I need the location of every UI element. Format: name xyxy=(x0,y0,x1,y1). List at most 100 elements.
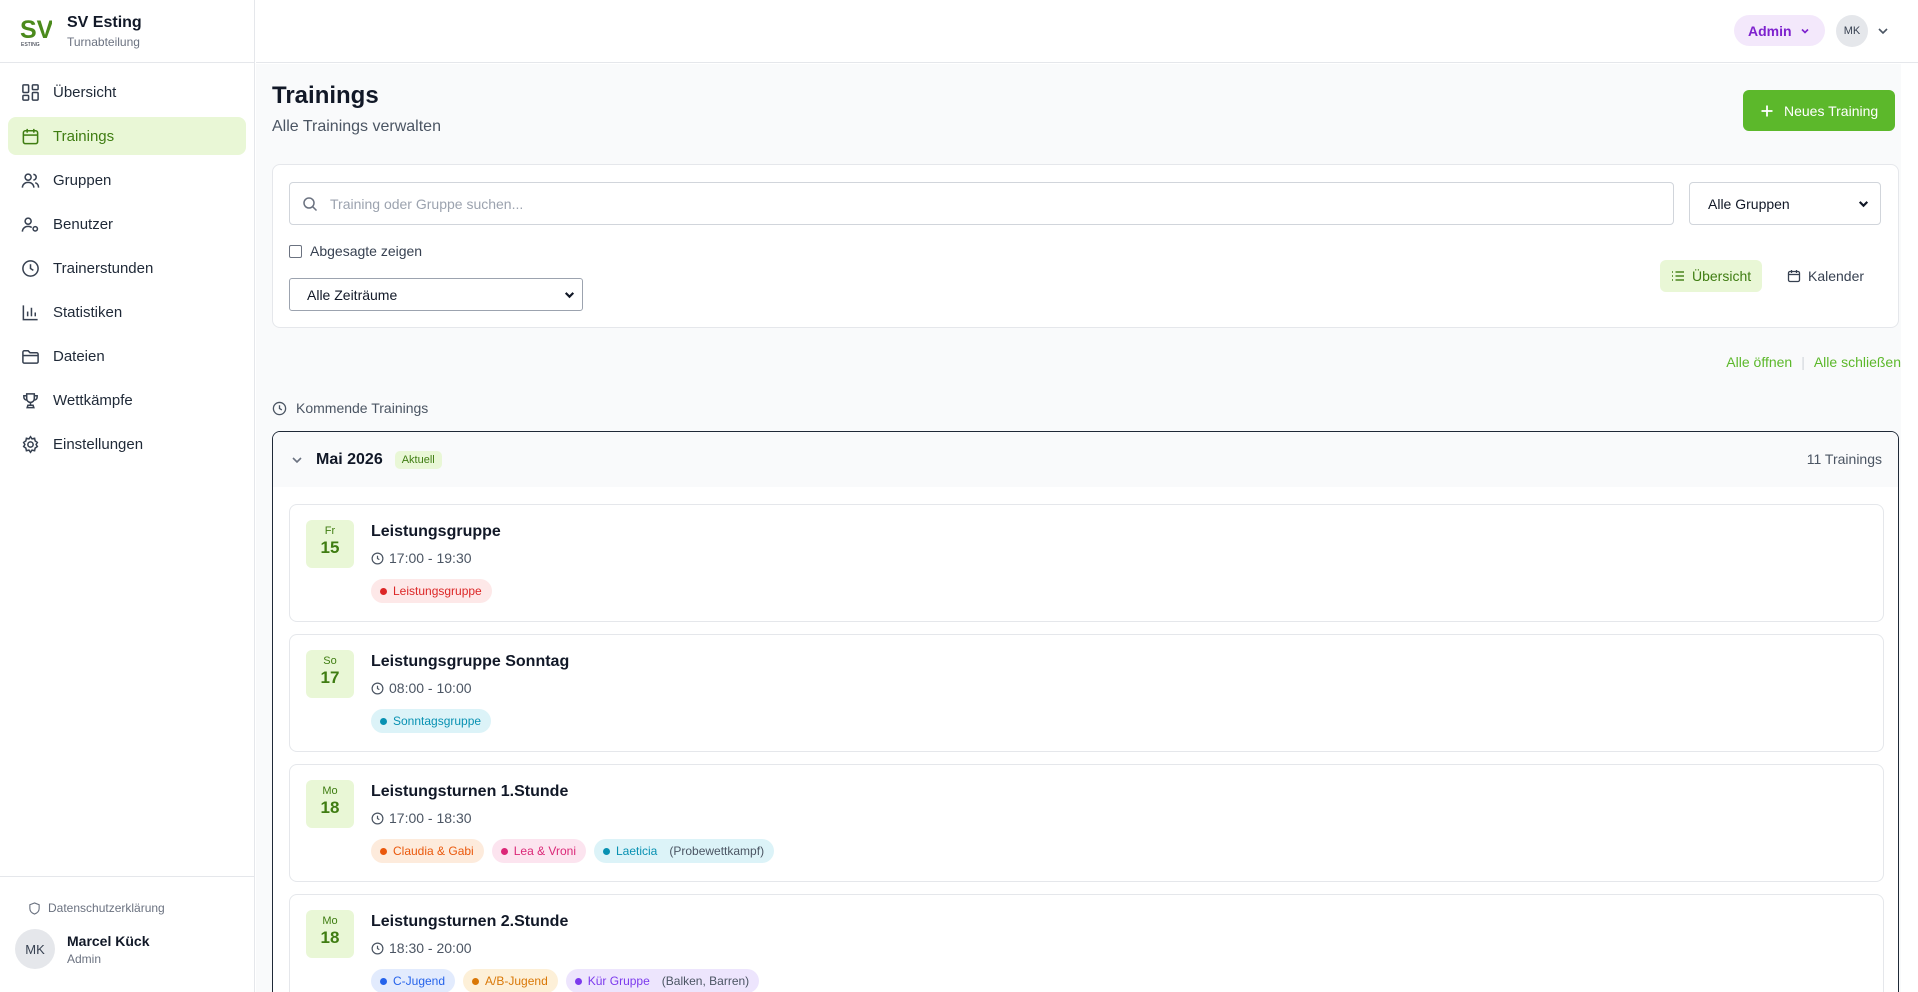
sidebar-item-trainings[interactable]: Trainings xyxy=(8,117,246,155)
sidebar-item-uebersicht[interactable]: Übersicht xyxy=(8,73,246,111)
user-name: Marcel Kück xyxy=(67,932,150,949)
group-tag: Sonntagsgruppe xyxy=(371,709,492,733)
upcoming-heading: Kommende Trainings xyxy=(272,400,428,416)
group-tag-label: C-Jugend xyxy=(393,974,446,988)
user-avatar-button[interactable]: MK xyxy=(1836,15,1868,47)
user-info: Marcel Kück Admin xyxy=(67,933,149,966)
user-settings-icon xyxy=(20,214,40,234)
date-badge: Fr 15 xyxy=(306,520,354,568)
topbar: Admin MK xyxy=(256,0,1918,63)
upcoming-label: Kommende Trainings xyxy=(296,400,429,416)
role-label: Admin xyxy=(1748,22,1792,39)
training-card[interactable]: Mo 18 Leistungsturnen 1.Stunde 17:00 - 1… xyxy=(289,764,1884,882)
calendar-icon xyxy=(1787,270,1801,283)
group-select-value: Alle Gruppen xyxy=(1708,195,1790,212)
training-title: Leistungsgruppe Sonntag xyxy=(371,653,570,670)
list-icon xyxy=(1672,271,1684,281)
open-all-link[interactable]: Alle öffnen xyxy=(1726,354,1792,370)
user-role: Admin xyxy=(67,951,102,966)
time-range: 08:00 - 10:00 xyxy=(389,680,472,696)
sidebar-item-trainerstunden[interactable]: Trainerstunden xyxy=(8,249,246,287)
search-input[interactable] xyxy=(330,195,1630,212)
time-range: 17:00 - 19:30 xyxy=(389,550,472,566)
sidebar-item-einstellungen[interactable]: Einstellungen xyxy=(8,425,246,463)
chevron-down-icon[interactable] xyxy=(1876,24,1890,38)
training-card[interactable]: Fr 15 Leistungsgruppe 17:00 - 19:30 Leis… xyxy=(289,504,1884,622)
group-tags: Sonntagsgruppe xyxy=(371,709,499,733)
group-tag: C-Jugend xyxy=(371,969,456,992)
clock-icon xyxy=(371,942,384,954)
day-number: 17 xyxy=(320,668,340,687)
group-tags: C-Jugend A/B-Jugend Kür Gruppe (Balken, B… xyxy=(371,969,767,992)
calendar-icon xyxy=(20,126,40,146)
training-card[interactable]: Mo 18 Leistungsturnen 2.Stunde 18:30 - 2… xyxy=(289,894,1884,992)
bar-chart-icon xyxy=(20,302,40,322)
sidebar-item-label: Trainerstunden xyxy=(53,259,154,277)
clock-icon xyxy=(371,552,384,564)
view-calendar-button[interactable]: Kalender xyxy=(1777,260,1874,292)
brand[interactable]: SV ESTING SV Esting Turnabteilung xyxy=(0,0,254,63)
user-profile[interactable]: MK Marcel Kück Admin xyxy=(15,929,255,969)
privacy-link[interactable]: Datenschutzerklärung xyxy=(28,901,255,915)
sidebar-item-statistiken[interactable]: Statistiken xyxy=(8,293,246,331)
chevron-down-icon xyxy=(1858,201,1869,208)
sidebar-item-benutzer[interactable]: Benutzer xyxy=(8,205,246,243)
day-number: 15 xyxy=(320,538,340,557)
group-tag: Laeticia (Probewettkampf) xyxy=(593,839,775,863)
day-number: 18 xyxy=(320,798,340,817)
group-tag: Leistungsgruppe xyxy=(371,579,492,603)
training-card[interactable]: So 17 Leistungsgruppe Sonntag 08:00 - 10… xyxy=(289,634,1884,752)
divider: | xyxy=(1801,354,1805,370)
training-title: Leistungsturnen 1.Stunde xyxy=(371,783,569,800)
time-range-select[interactable]: Alle Zeiträume xyxy=(289,278,583,311)
new-training-button[interactable]: Neues Training xyxy=(1743,90,1896,131)
logo-subtext: ESTING xyxy=(21,42,40,48)
group-tag-note: (Balken, Barren) xyxy=(661,974,750,988)
group-tag: Claudia & Gabi xyxy=(371,839,484,863)
training-time: 17:00 - 19:30 xyxy=(371,550,472,566)
group-tag-label: Leistungsgruppe xyxy=(393,584,482,598)
club-department: Turnabteilung xyxy=(67,34,140,49)
expand-controls: Alle öffnen | Alle schließen xyxy=(1726,354,1901,370)
clock-icon xyxy=(272,401,287,415)
search-box[interactable] xyxy=(289,182,1674,225)
group-select[interactable]: Alle Gruppen xyxy=(1689,182,1881,225)
show-cancelled-label: Abgesagte zeigen xyxy=(310,243,423,259)
training-time: 18:30 - 20:00 xyxy=(371,940,472,956)
club-logo: SV ESTING xyxy=(20,14,52,48)
close-all-link[interactable]: Alle schließen xyxy=(1814,354,1901,370)
group-tags: Claudia & Gabi Lea & Vroni Laeticia (Prob… xyxy=(371,839,782,863)
view-list-button[interactable]: Übersicht xyxy=(1660,260,1763,292)
day-number: 18 xyxy=(320,928,340,947)
view-list-label: Übersicht xyxy=(1692,268,1752,284)
training-time: 17:00 - 18:30 xyxy=(371,810,472,826)
new-training-label: Neues Training xyxy=(1784,102,1879,119)
sidebar-item-gruppen[interactable]: Gruppen xyxy=(8,161,246,199)
current-badge: Aktuell xyxy=(394,450,442,469)
avatar: MK xyxy=(15,929,55,969)
time-range: 17:00 - 18:30 xyxy=(389,810,472,826)
group-tag: Lea & Vroni xyxy=(491,839,586,863)
sidebar-item-dateien[interactable]: Dateien xyxy=(8,337,246,375)
date-badge: Mo 18 xyxy=(306,780,354,828)
clock-icon xyxy=(371,682,384,694)
group-tag-label: Kür Gruppe xyxy=(587,974,650,988)
sidebar-footer: Datenschutzerklärung MK Marcel Kück Admi… xyxy=(0,876,255,992)
show-cancelled-checkbox[interactable] xyxy=(289,244,302,258)
training-title: Leistungsturnen 2.Stunde xyxy=(371,913,569,930)
training-time: 08:00 - 10:00 xyxy=(371,680,472,696)
month-header[interactable]: Mai 2026 Aktuell 11 Trainings xyxy=(273,432,1898,487)
logo-text: SV xyxy=(20,16,52,44)
plus-icon xyxy=(1761,105,1773,116)
role-dropdown[interactable]: Admin xyxy=(1734,15,1825,46)
date-badge: Mo 18 xyxy=(306,910,354,958)
sidebar-item-label: Wettkämpfe xyxy=(53,391,133,409)
privacy-label: Datenschutzerklärung xyxy=(48,901,165,915)
sidebar-item-label: Trainings xyxy=(53,127,115,145)
group-tag-label: Claudia & Gabi xyxy=(393,844,474,858)
show-cancelled-toggle[interactable]: Abgesagte zeigen xyxy=(289,243,422,259)
club-name: SV Esting xyxy=(67,13,142,31)
month-name: Mai 2026 xyxy=(316,450,383,468)
month-group: Mai 2026 Aktuell 11 Trainings Fr 15 Leis… xyxy=(272,431,1899,992)
sidebar-item-wettkaempfe[interactable]: Wettkämpfe xyxy=(8,381,246,419)
